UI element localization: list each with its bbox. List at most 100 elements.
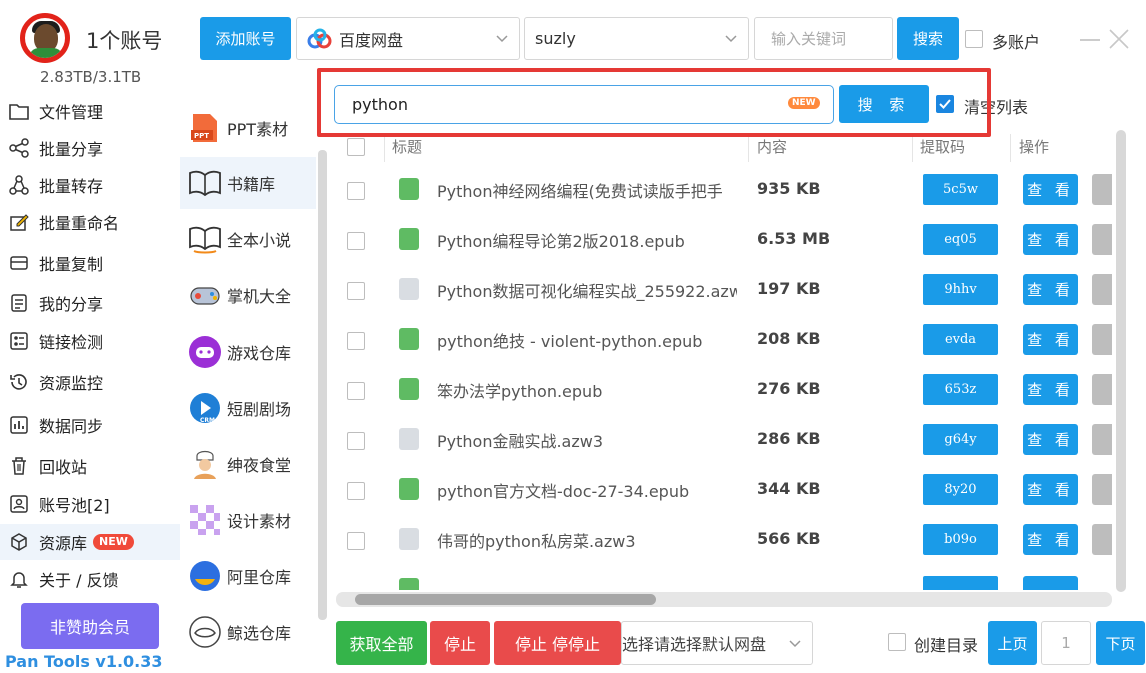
minimize-icon[interactable] <box>1080 39 1100 41</box>
extract-code[interactable]: b09o <box>923 524 998 555</box>
category-scrollbar[interactable] <box>318 150 327 620</box>
sidebar-item-my-share[interactable]: 我的分享 <box>0 285 180 321</box>
resource-icon <box>8 531 30 553</box>
view-button[interactable]: 查 看 <box>1023 224 1078 255</box>
category-ali-warehouse[interactable]: 阿里仓库 <box>180 550 316 602</box>
category-short-drama[interactable]: CRM 短剧剧场 <box>180 382 316 434</box>
top-search-button[interactable]: 搜索 <box>897 17 959 60</box>
pan-type-select[interactable]: 百度网盘 <box>296 17 520 60</box>
more-button[interactable] <box>1092 374 1112 405</box>
extract-code[interactable] <box>923 576 998 590</box>
row-checkbox[interactable] <box>347 532 365 550</box>
chevron-down-icon <box>495 31 509 50</box>
prev-page-button[interactable]: 上页 <box>988 621 1037 665</box>
row-checkbox[interactable] <box>347 232 365 250</box>
more-button[interactable] <box>1092 424 1112 455</box>
view-button[interactable]: 查 看 <box>1023 424 1078 455</box>
scrollbar-thumb[interactable] <box>355 594 656 605</box>
sidebar-item-recycle-bin[interactable]: 回收站 <box>0 448 180 484</box>
sidebar-item-account-pool[interactable]: 账号池[2] <box>0 486 180 522</box>
more-button[interactable] <box>1092 224 1112 255</box>
view-button[interactable]: 查 看 <box>1023 274 1078 305</box>
more-button[interactable] <box>1092 324 1112 355</box>
sidebar-item-batch-rename[interactable]: 批量重命名 <box>0 204 180 240</box>
handheld-icon <box>187 277 223 313</box>
sidebar-item-batch-transfer[interactable]: 批量转存 <box>0 167 180 203</box>
category-handheld[interactable]: 掌机大全 <box>180 269 316 321</box>
app-window: 1个账号 2.83TB/3.1TB 文件管理 批量分享 批量转存 批量重命名 批… <box>0 0 1146 673</box>
keyword-input[interactable]: 输入关键词 <box>754 17 893 60</box>
close-icon[interactable] <box>1108 28 1130 54</box>
category-books[interactable]: 书籍库 <box>180 157 316 209</box>
extract-code[interactable]: 5c5w <box>923 174 998 205</box>
view-button[interactable]: 查 看 <box>1023 524 1078 555</box>
sidebar-item-file-manage[interactable]: 文件管理 <box>0 93 180 129</box>
category-whale-warehouse[interactable]: 鲸选仓库 <box>180 606 316 658</box>
file-size: 276 KB <box>757 379 821 398</box>
page-number-input[interactable]: 1 <box>1041 621 1091 665</box>
more-button[interactable] <box>1092 274 1112 305</box>
sidebar-item-label: 关于 / 反馈 <box>39 571 119 590</box>
row-checkbox[interactable] <box>347 332 365 350</box>
default-pan-select[interactable]: 选择请选择默认网盘 <box>621 621 813 665</box>
row-checkbox[interactable] <box>347 432 365 450</box>
file-name: Python编程导论第2版2018.epub <box>437 232 685 251</box>
extract-code[interactable]: 9hhv <box>923 274 998 305</box>
sidebar-item-data-sync[interactable]: 数据同步 <box>0 407 180 443</box>
create-directory-checkbox[interactable] <box>888 633 906 651</box>
sidebar-item-batch-share[interactable]: 批量分享 <box>0 130 180 166</box>
more-button[interactable] <box>1092 524 1112 555</box>
row-checkbox[interactable] <box>347 282 365 300</box>
avatar[interactable] <box>20 13 70 63</box>
whale-icon <box>187 614 223 650</box>
multi-account-checkbox[interactable] <box>965 30 983 48</box>
row-checkbox[interactable] <box>347 382 365 400</box>
view-button[interactable] <box>1023 576 1078 590</box>
baidu-pan-icon <box>307 28 333 50</box>
row-checkbox[interactable] <box>347 482 365 500</box>
next-page-button[interactable]: 下页 <box>1096 621 1145 665</box>
sidebar-item-label: 资源监控 <box>39 374 104 393</box>
more-button[interactable] <box>1092 174 1112 205</box>
view-button[interactable]: 查 看 <box>1023 374 1078 405</box>
extract-code[interactable]: 653z <box>923 374 998 405</box>
table-vertical-scrollbar[interactable] <box>1116 130 1126 592</box>
header-title: 标题 <box>392 138 423 156</box>
stop-button[interactable]: 停止 <box>430 621 490 665</box>
view-button[interactable]: 查 看 <box>1023 474 1078 505</box>
select-all-checkbox[interactable] <box>347 138 365 156</box>
file-name: python绝技 - violent-python.epub <box>437 332 703 351</box>
extract-code[interactable]: evda <box>923 324 998 355</box>
sidebar-item-resource-monitor[interactable]: 资源监控 <box>0 364 180 400</box>
sidebar-item-label: 数据同步 <box>39 417 104 436</box>
sidebar-item-about-feedback[interactable]: 关于 / 反馈 <box>0 561 180 597</box>
view-button[interactable]: 查 看 <box>1023 324 1078 355</box>
row-checkbox[interactable] <box>347 182 365 200</box>
extract-code[interactable]: eq05 <box>923 224 998 255</box>
sidebar-item-label: 我的分享 <box>39 295 104 314</box>
vip-member-button[interactable]: 非赞助会员 <box>21 603 159 649</box>
header-content: 内容 <box>757 138 788 156</box>
table-row: Python金融实战.azw3 286 KB g64y 查 看 <box>336 414 1116 464</box>
category-ppt[interactable]: PPT PPT素材 <box>180 102 316 154</box>
stop-stop-button[interactable]: 停止 停停止 <box>494 621 621 665</box>
fetch-all-button[interactable]: 获取全部 <box>336 621 427 665</box>
sidebar-item-label: 文件管理 <box>39 103 104 122</box>
category-night-canteen[interactable]: 绅夜食堂 <box>180 438 316 490</box>
epub-file-icon <box>399 478 419 500</box>
add-account-button[interactable]: 添加账号 <box>200 17 291 60</box>
novel-icon <box>187 221 223 257</box>
sidebar-item-batch-copy[interactable]: 批量复制 <box>0 245 180 281</box>
extract-code[interactable]: 8y20 <box>923 474 998 505</box>
chevron-down-icon <box>788 636 802 655</box>
sidebar-item-resource-library[interactable]: 资源库 NEW <box>0 524 180 560</box>
epub-file-icon <box>399 328 419 350</box>
more-button[interactable] <box>1092 474 1112 505</box>
category-novels[interactable]: 全本小说 <box>180 213 316 265</box>
category-design-material[interactable]: 设计素材 <box>180 494 316 546</box>
user-select[interactable]: suzly <box>524 17 749 60</box>
sidebar-item-link-check[interactable]: 链接检测 <box>0 323 180 359</box>
category-game-warehouse[interactable]: 游戏仓库 <box>180 326 316 378</box>
extract-code[interactable]: g64y <box>923 424 998 455</box>
view-button[interactable]: 查 看 <box>1023 174 1078 205</box>
